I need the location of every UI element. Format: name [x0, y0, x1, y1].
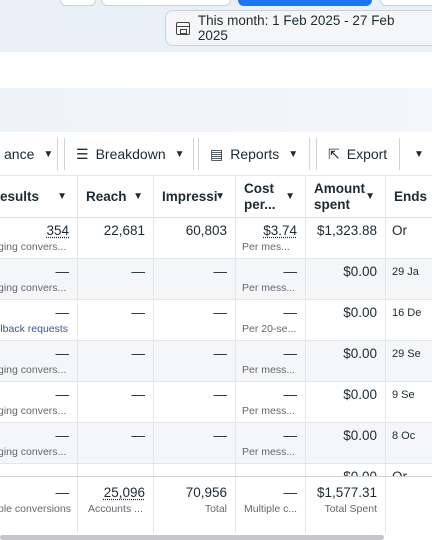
column-header-amount-spent[interactable]: Amount spent ▼ [306, 176, 386, 218]
cell-cost: — Per mess... [236, 259, 306, 300]
caret-down-icon: ▼ [133, 191, 143, 202]
export-label: Export [346, 146, 388, 162]
cell-amount: $0.00 [306, 382, 386, 423]
top-primary-button[interactable] [238, 0, 372, 6]
totals-amount-spent: $1,577.31 Total Spent [306, 477, 386, 533]
cell-ends: Or [392, 223, 407, 238]
top-button-3[interactable] [380, 0, 432, 6]
reports-icon: ▤ [210, 145, 224, 162]
column-header-impressions[interactable]: Impressi ▼ [154, 176, 236, 218]
totals-row: — ple conversions 25,096 Accounts ... 70… [0, 476, 432, 533]
cell-ends: 9 Se [392, 389, 415, 401]
table-row[interactable]: — llback requests — — — Per 20-se... $0.00 16 D… [0, 300, 432, 341]
cell-ends: 29 Se [392, 348, 421, 360]
cell-reach: — [78, 423, 154, 464]
table-toolbar: ance ▼ ☰ Breakdown ▼ ▤ Reports ▼ ⇱ Expor… [0, 132, 432, 176]
table-row[interactable]: 354 ging convers... 22,681 60,803 $3.74 Per m… [0, 218, 432, 259]
caret-down-icon: ▼ [365, 190, 375, 202]
export-button[interactable]: ⇱ Export [320, 138, 400, 170]
top-button-1[interactable] [60, 0, 96, 6]
cell-amount: $0.00 [306, 341, 386, 382]
performance-label: ance [4, 146, 35, 162]
totals-cost: — Multiple c... [236, 477, 306, 533]
cell-impressions: — [154, 382, 236, 423]
caret-down-icon: ▼ [288, 148, 299, 160]
cell-amount: $0.00 [306, 423, 386, 464]
cell-results: — ging convers... [0, 341, 78, 382]
cell-cost: — Per mess... [236, 423, 306, 464]
cell-cost: $3.74 Per mes... [236, 218, 306, 259]
totals-impressions: 70,956 Total [154, 477, 236, 533]
toolbar-divider [316, 138, 317, 170]
cell-cost: — Per mess... [236, 341, 306, 382]
cell-results: — llback requests [0, 300, 78, 341]
section-header-band [0, 88, 432, 132]
cell-impressions: — [154, 259, 236, 300]
cell-impressions: — [154, 341, 236, 382]
caret-down-icon: ▼ [57, 191, 67, 202]
cell-cost: — Per mess... [236, 382, 306, 423]
column-header-cost[interactable]: Cost per... ▼ [236, 176, 306, 218]
cell-impressions: 60,803 [154, 218, 236, 259]
totals-reach: 25,096 Accounts ... [78, 477, 154, 533]
cell-cost: — Per 20-se... [236, 300, 306, 341]
column-header-reach[interactable]: Reach ▼ [78, 176, 154, 218]
cell-reach: — [78, 259, 154, 300]
breakdown-label: Breakdown [95, 146, 166, 162]
cell-amount: $0.00 [306, 300, 386, 341]
reports-dropdown[interactable]: ▤ Reports ▼ [202, 138, 310, 170]
cell-results: — ging convers... [0, 423, 78, 464]
cell-results: — ging convers... [0, 382, 78, 423]
toolbar-divider [198, 138, 199, 170]
toolbar-divider [64, 138, 65, 170]
cell-amount: $1,323.88 [306, 218, 386, 259]
cell-ends: 16 De [392, 307, 422, 319]
top-bar: This month: 1 Feb 2025 - 27 Feb 2025 ▼ [0, 0, 432, 52]
column-header-results[interactable]: esults ▼ [0, 176, 78, 218]
date-range-label: This month: 1 Feb 2025 - 27 Feb 2025 [197, 13, 395, 43]
caret-down-icon: ▼ [414, 148, 424, 160]
caret-down-icon: ▼ [174, 148, 185, 160]
column-header-ends[interactable]: Ends [386, 176, 432, 218]
breakdown-icon: ☰ [76, 145, 89, 162]
breakdown-dropdown[interactable]: ☰ Breakdown ▼ [68, 138, 194, 170]
cell-reach: 22,681 [78, 218, 154, 259]
cell-results: 354 ging convers... [0, 218, 78, 259]
spacer-band [0, 52, 432, 88]
cell-ends: 8 Oc [392, 430, 416, 442]
table-row[interactable]: — ging convers... — — — Per mess... $0.00 9 Se [0, 382, 432, 423]
totals-ends [386, 477, 432, 533]
export-icon: ⇱ [328, 145, 340, 162]
cell-results: — ging convers... [0, 259, 78, 300]
table-row[interactable]: — ging convers... — — — Per mess... $0.00 29 Ja [0, 259, 432, 300]
cell-impressions: — [154, 423, 236, 464]
caret-down-icon: ▼ [285, 190, 295, 202]
more-dropdown[interactable]: ▼ [404, 138, 432, 170]
performance-dropdown[interactable]: ance ▼ [0, 138, 58, 170]
cell-reach: — [78, 341, 154, 382]
table-row[interactable]: — ging convers... — — — Per mess... $0.00 8 Oc [0, 423, 432, 464]
caret-down-icon: ▼ [43, 148, 54, 160]
totals-results: — ple conversions [0, 477, 78, 533]
cell-reach: — [78, 382, 154, 423]
horizontal-scrollbar[interactable] [0, 535, 384, 540]
top-button-2[interactable] [101, 0, 231, 6]
table-row[interactable]: — ging convers... — — — Per mess... $0.00 29 Se [0, 341, 432, 382]
calendar-icon [176, 21, 190, 35]
cell-reach: — [78, 300, 154, 341]
caret-down-icon: ▼ [215, 191, 225, 202]
cell-impressions: — [154, 300, 236, 341]
cell-ends: 29 Ja [392, 266, 419, 278]
date-range-picker[interactable]: This month: 1 Feb 2025 - 27 Feb 2025 ▼ [165, 10, 432, 46]
reports-label: Reports [230, 146, 280, 162]
cell-amount: $0.00 [306, 259, 386, 300]
